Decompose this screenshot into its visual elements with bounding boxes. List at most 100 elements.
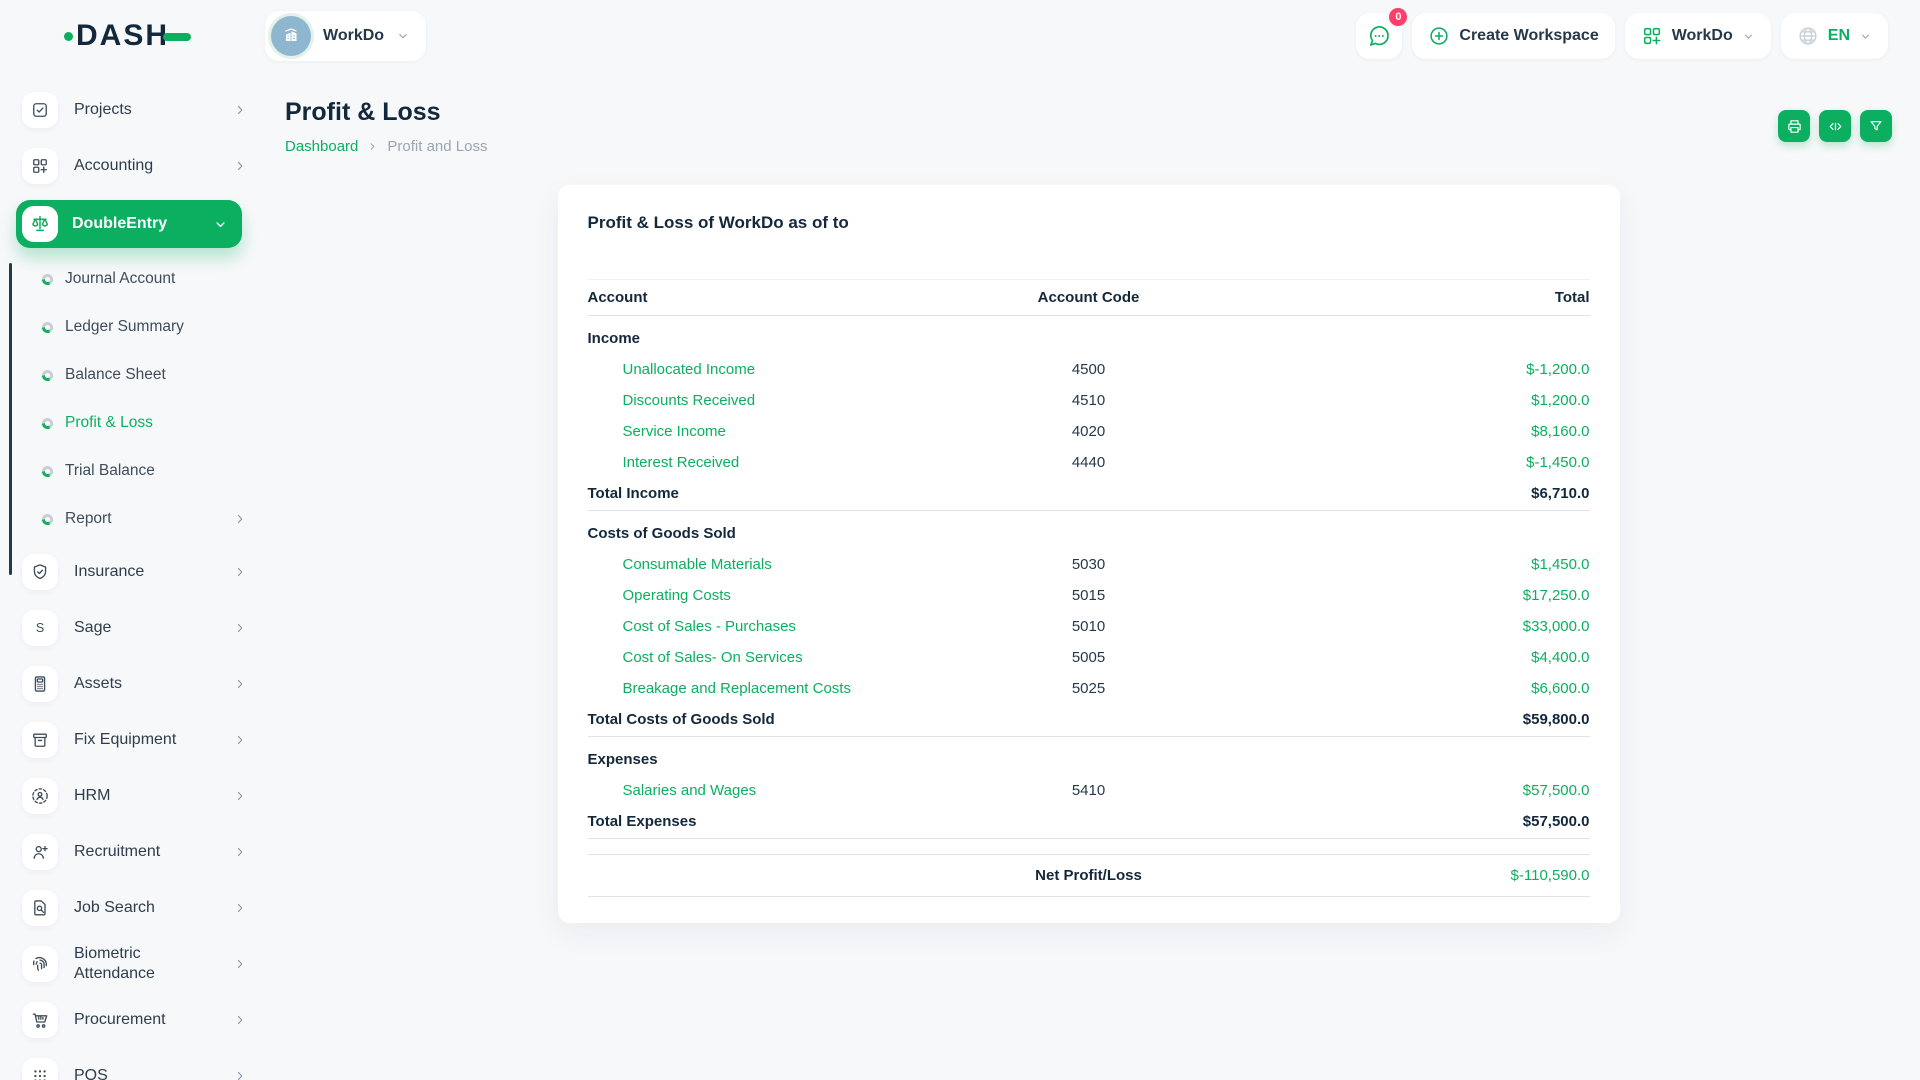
chevron-down-icon xyxy=(1859,30,1872,43)
sidebar-subitem-label: Balance Sheet xyxy=(65,366,166,384)
sidebar-item-label: Recruitment xyxy=(74,842,194,862)
account-row-salaries-and-wages: Salaries and Wages 5410 $57,500.0 xyxy=(588,775,1590,806)
account-total: $-1,200.0 xyxy=(1256,361,1590,378)
account-link[interactable]: Service Income xyxy=(623,423,726,440)
filter-button[interactable] xyxy=(1860,110,1892,142)
account-link[interactable]: Salaries and Wages xyxy=(623,782,757,799)
total-label: Total Expenses xyxy=(588,813,922,830)
sidebar-item-label: HRM xyxy=(74,786,194,806)
chevron-right-icon xyxy=(233,103,247,117)
account-total: $8,160.0 xyxy=(1256,423,1590,440)
sidebar-subitem-trial-balance[interactable]: Trial Balance xyxy=(0,454,265,488)
account-row-service-income: Service Income 4020 $8,160.0 xyxy=(588,416,1590,447)
sidebar-item-accounting[interactable]: Accounting xyxy=(0,144,265,188)
account-row-cost-of-sales-on-services: Cost of Sales- On Services 5005 $4,400.0 xyxy=(588,642,1590,673)
account-code: 5030 xyxy=(922,556,1256,573)
sidebar-subitem-ledger-summary[interactable]: Ledger Summary xyxy=(0,310,265,344)
bullet-icon xyxy=(42,514,53,525)
messages-button[interactable]: 0 xyxy=(1356,13,1402,59)
bullet-icon xyxy=(42,370,53,381)
sidebar-item-pos[interactable]: POS xyxy=(0,1054,265,1080)
sidebar-subitem-label: Journal Account xyxy=(65,270,175,288)
account-total: $57,500.0 xyxy=(1256,782,1590,799)
sidebar-subitem-report[interactable]: Report xyxy=(0,502,265,536)
sidebar-subitem-label: Profit & Loss xyxy=(65,414,153,432)
sidebar-subitem-balance-sheet[interactable]: Balance Sheet xyxy=(0,358,265,392)
report-card-title: Profit & Loss of WorkDo as of to xyxy=(588,213,1590,233)
account-link[interactable]: Cost of Sales - Purchases xyxy=(623,618,796,635)
assets-icon xyxy=(22,666,58,702)
bullet-icon xyxy=(42,274,53,285)
sidebar-item-assets[interactable]: Assets xyxy=(0,662,265,706)
sidebar: Projects Accounting DoubleEntry Journal … xyxy=(0,72,265,1080)
printer-icon xyxy=(1786,118,1803,135)
account-code: 5015 xyxy=(922,587,1256,604)
account-code: 4510 xyxy=(922,392,1256,409)
logo-text: DASH xyxy=(76,21,169,51)
account-link[interactable]: Consumable Materials xyxy=(623,556,772,573)
total-value: $6,710.0 xyxy=(1256,485,1590,502)
sidebar-item-doubleentry[interactable]: DoubleEntry xyxy=(16,200,242,248)
sidebar-subitem-journal-account[interactable]: Journal Account xyxy=(0,262,265,296)
net-profit-loss-row: Net Profit/Loss $-110,590.0 xyxy=(588,854,1590,897)
sidebar-item-label: POS xyxy=(74,1066,194,1080)
sidebar-item-biometric-attendance[interactable]: Biometric Attendance xyxy=(0,942,265,986)
breadcrumb-dashboard-link[interactable]: Dashboard xyxy=(285,138,358,155)
total-label: Total Income xyxy=(588,485,922,502)
chevron-right-icon xyxy=(233,677,247,691)
net-profit-loss-label: Net Profit/Loss xyxy=(922,867,1256,884)
grid-plus-icon xyxy=(1641,25,1663,47)
job-search-icon xyxy=(22,890,58,926)
sidebar-item-label: Projects xyxy=(74,100,194,120)
sidebar-item-fix-equipment[interactable]: Fix Equipment xyxy=(0,718,265,762)
chevron-down-icon xyxy=(396,29,410,43)
account-row-unallocated-income: Unallocated Income 4500 $-1,200.0 xyxy=(588,354,1590,385)
create-workspace-button[interactable]: Create Workspace xyxy=(1412,13,1614,59)
total-label: Total Costs of Goods Sold xyxy=(588,711,922,728)
workspace-selector[interactable]: WorkDo xyxy=(265,11,426,61)
account-row-operating-costs: Operating Costs 5015 $17,250.0 xyxy=(588,580,1590,611)
logo-dash-icon xyxy=(163,33,191,41)
sidebar-subitem-profit-loss[interactable]: Profit & Loss xyxy=(0,406,265,440)
section-label: Income xyxy=(588,330,922,347)
sidebar-item-insurance[interactable]: Insurance xyxy=(0,550,265,594)
code-button[interactable] xyxy=(1819,110,1851,142)
chevron-right-icon xyxy=(233,159,247,173)
printer-button[interactable] xyxy=(1778,110,1810,142)
sidebar-scrollbar[interactable] xyxy=(9,263,12,575)
chevron-right-icon xyxy=(367,141,378,152)
sidebar-item-job-search[interactable]: Job Search xyxy=(0,886,265,930)
account-link[interactable]: Breakage and Replacement Costs xyxy=(623,680,851,697)
chevron-right-icon xyxy=(233,1013,247,1027)
accounting-icon xyxy=(22,148,58,184)
chevron-right-icon xyxy=(233,565,247,579)
column-header-account-code: Account Code xyxy=(922,289,1256,306)
building-icon xyxy=(280,25,302,47)
dash-logo[interactable]: DASH xyxy=(64,21,191,51)
account-total: $4,400.0 xyxy=(1256,649,1590,666)
sidebar-item-recruitment[interactable]: Recruitment xyxy=(0,830,265,874)
sidebar-item-projects[interactable]: Projects xyxy=(0,88,265,132)
account-row-discounts-received: Discounts Received 4510 $1,200.0 xyxy=(588,385,1590,416)
sidebar-item-procurement[interactable]: Procurement xyxy=(0,998,265,1042)
doubleentry-icon xyxy=(22,206,58,242)
sidebar-item-sage[interactable]: S Sage xyxy=(0,606,265,650)
breadcrumb-current: Profit and Loss xyxy=(387,138,487,155)
account-link[interactable]: Operating Costs xyxy=(623,587,731,604)
language-selector[interactable]: EN xyxy=(1781,13,1888,59)
account-link[interactable]: Cost of Sales- On Services xyxy=(623,649,803,666)
account-link[interactable]: Interest Received xyxy=(623,454,740,471)
total-row-total-expenses: Total Expenses $57,500.0 xyxy=(588,806,1590,839)
app-switcher-button[interactable]: WorkDo xyxy=(1625,13,1771,59)
column-header-total: Total xyxy=(1256,289,1590,306)
section-row-expenses: Expenses xyxy=(588,737,1590,775)
total-value: $57,500.0 xyxy=(1256,813,1590,830)
pos-icon xyxy=(22,1058,58,1080)
account-code: 4500 xyxy=(922,361,1256,378)
account-link[interactable]: Discounts Received xyxy=(623,392,756,409)
logo-dot-icon xyxy=(64,32,73,41)
recruitment-icon xyxy=(22,834,58,870)
account-link[interactable]: Unallocated Income xyxy=(623,361,756,378)
total-value: $59,800.0 xyxy=(1256,711,1590,728)
sidebar-item-hrm[interactable]: HRM xyxy=(0,774,265,818)
